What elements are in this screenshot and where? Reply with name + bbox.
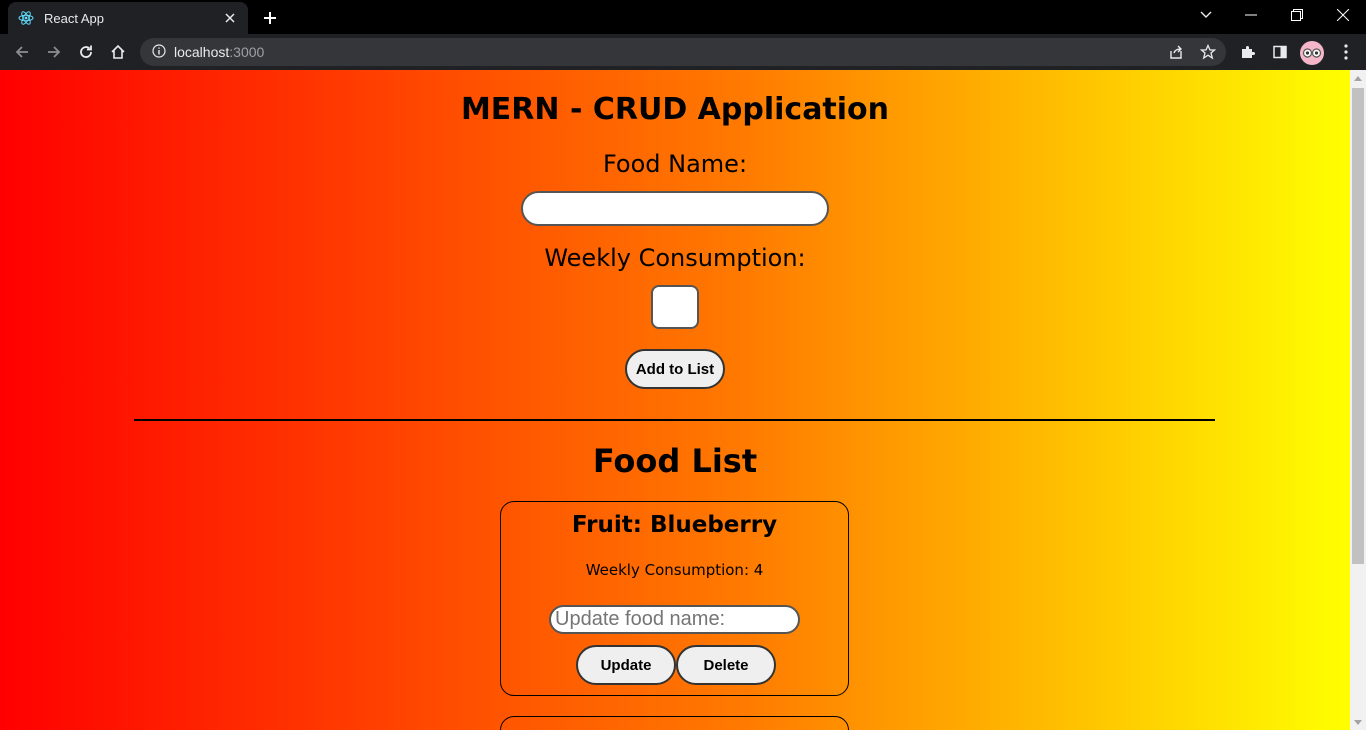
vertical-scrollbar[interactable] (1350, 70, 1366, 730)
url-port: :3000 (229, 44, 265, 60)
minimize-icon[interactable] (1228, 0, 1274, 30)
address-bar[interactable]: localhost:3000 (140, 38, 1226, 66)
weekly-consumption-label: Weekly Consumption: (544, 244, 806, 272)
bookmark-star-icon[interactable] (1194, 38, 1222, 66)
window-controls (1228, 0, 1366, 30)
food-list-title: Food List (592, 442, 758, 480)
browser-tab[interactable]: React App (8, 2, 248, 34)
side-panel-icon[interactable] (1266, 38, 1294, 66)
tab-search-chevron-icon[interactable] (1194, 4, 1218, 26)
update-button[interactable]: Update (576, 645, 676, 685)
food-item-card-partial (500, 716, 849, 730)
page-viewport: MERN - CRUD Application Food Name: Weekl… (0, 70, 1350, 730)
react-logo-icon (18, 10, 34, 26)
back-arrow-icon[interactable] (8, 38, 36, 66)
food-item-consumption: Weekly Consumption: 4 (585, 561, 764, 579)
food-item-title: Fruit: Blueberry (571, 512, 778, 538)
tab-title: React App (44, 10, 104, 26)
new-tab-icon[interactable] (258, 6, 282, 30)
profile-avatar[interactable] (1300, 41, 1324, 65)
update-food-name-input[interactable]: Update food name: (549, 605, 800, 634)
browser-toolbar: localhost:3000 (0, 34, 1366, 70)
scrollbar-thumb[interactable] (1352, 88, 1364, 564)
site-info-icon[interactable] (152, 43, 166, 62)
scroll-up-arrow-icon[interactable] (1350, 70, 1366, 86)
food-name-input[interactable] (521, 191, 829, 226)
kebab-menu-icon[interactable] (1332, 38, 1360, 66)
food-name-label: Food Name: (602, 150, 748, 178)
close-tab-icon[interactable] (222, 10, 238, 26)
url-host: localhost (174, 44, 230, 60)
url-text: localhost:3000 (174, 44, 264, 60)
forward-arrow-icon[interactable] (40, 38, 68, 66)
share-icon[interactable] (1162, 38, 1190, 66)
food-item-card: Fruit: Blueberry Weekly Consumption: 4 U… (500, 501, 849, 696)
close-window-icon[interactable] (1320, 0, 1366, 30)
delete-button[interactable]: Delete (676, 645, 776, 685)
scroll-down-arrow-icon[interactable] (1350, 714, 1366, 730)
restore-icon[interactable] (1274, 0, 1320, 30)
tab-strip: React App (0, 0, 1366, 34)
reload-icon[interactable] (72, 38, 100, 66)
section-divider (134, 419, 1215, 421)
app-title: MERN - CRUD Application (460, 92, 890, 127)
add-to-list-button[interactable]: Add to List (625, 349, 725, 389)
weekly-consumption-input[interactable] (651, 285, 699, 329)
home-icon[interactable] (104, 38, 132, 66)
extensions-puzzle-icon[interactable] (1234, 38, 1262, 66)
